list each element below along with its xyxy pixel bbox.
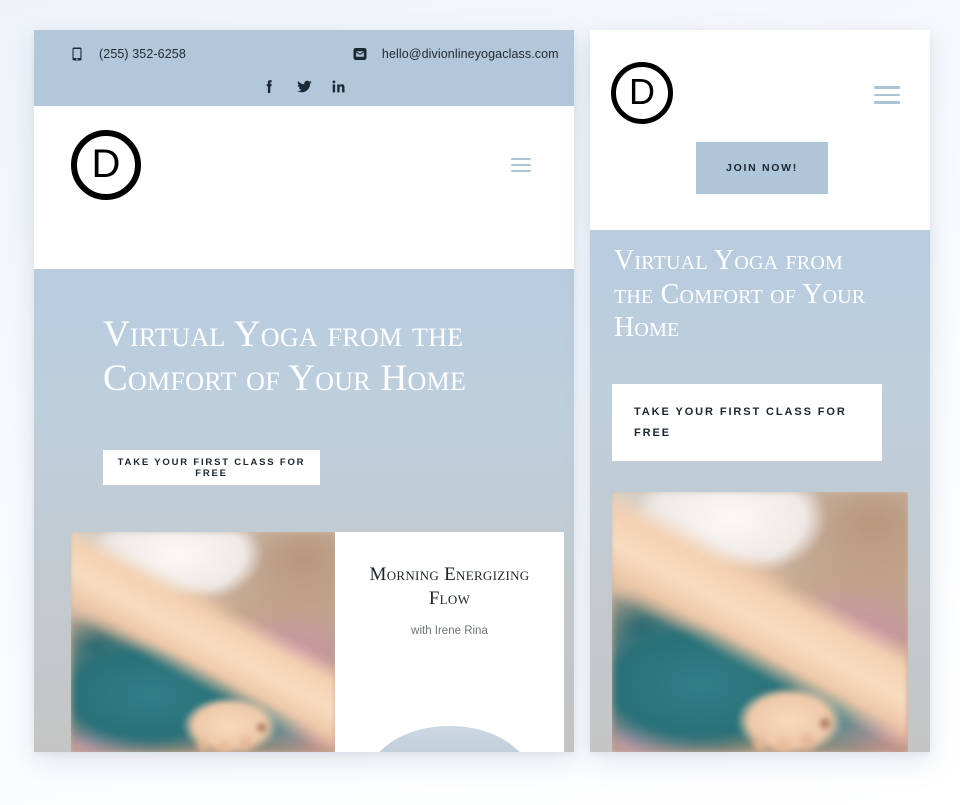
class-card-instructor: with Irene Rina <box>411 624 488 637</box>
hamburger-menu-icon[interactable] <box>511 158 531 172</box>
mobile-logo-letter: D <box>629 71 655 112</box>
mobile-hamburger-menu-icon[interactable] <box>874 86 900 104</box>
envelope-icon <box>353 47 367 61</box>
mobile-yoga-photo <box>612 492 908 752</box>
social-links <box>34 79 574 94</box>
mobile-hero-cta-button[interactable]: TAKE YOUR FIRST CLASS FOR FREE <box>612 384 882 461</box>
hamburger-bar <box>511 164 531 166</box>
mobile-preview-panel: D JOIN NOW! Virtual Yoga from the Comfor… <box>590 30 930 752</box>
facebook-icon[interactable] <box>262 79 277 94</box>
class-card-title: Morning Energizing Flow <box>369 564 530 609</box>
hamburger-bar <box>874 101 900 104</box>
phone-contact[interactable]: (255) 352-6258 <box>70 47 186 61</box>
photo-grain-layer <box>71 532 336 752</box>
mobile-hero-title: Virtual Yoga from the Comfort of Your Ho… <box>614 245 866 344</box>
photo-grain-layer <box>612 492 908 752</box>
top-contact-bar: (255) 352-6258 hello@divionlineyogaclass… <box>34 30 574 106</box>
mobile-site-logo[interactable]: D <box>611 62 673 124</box>
logo-letter: D <box>91 142 121 186</box>
preview-stage: (255) 352-6258 hello@divionlineyogaclass… <box>0 0 960 805</box>
mobile-join-now-button[interactable]: JOIN NOW! <box>696 142 828 194</box>
email-contact[interactable]: hello@divionlineyogaclass.com <box>353 47 559 61</box>
contact-row: (255) 352-6258 hello@divionlineyogaclass… <box>34 30 574 66</box>
site-header: D JOIN NOW! <box>34 106 574 355</box>
class-card: Morning Energizing Flow with Irene Rina … <box>335 532 564 752</box>
mobile-site-header: D JOIN NOW! <box>590 30 930 230</box>
hamburger-bar <box>874 93 900 96</box>
mobile-hero-section: Virtual Yoga from the Comfort of Your Ho… <box>590 230 930 752</box>
hero-cta-button[interactable]: TAKE YOUR FIRST CLASS FOR FREE <box>103 450 320 485</box>
linkedin-icon[interactable] <box>332 79 347 94</box>
hero-title: Virtual Yoga from the Comfort of Your Ho… <box>103 314 467 400</box>
decorative-dome-shape <box>367 726 532 752</box>
desktop-preview-panel: (255) 352-6258 hello@divionlineyogaclass… <box>34 30 574 752</box>
hamburger-bar <box>511 170 531 172</box>
hamburger-bar <box>511 158 531 160</box>
hero-section: Virtual Yoga from the Comfort of Your Ho… <box>34 269 574 752</box>
site-logo[interactable]: D <box>71 130 141 200</box>
mobile-phone-icon <box>70 47 84 61</box>
phone-number: (255) 352-6258 <box>99 47 186 61</box>
email-address: hello@divionlineyogaclass.com <box>381 47 559 61</box>
hamburger-bar <box>874 86 900 89</box>
twitter-icon[interactable] <box>296 79 312 94</box>
yoga-photo <box>71 532 336 752</box>
